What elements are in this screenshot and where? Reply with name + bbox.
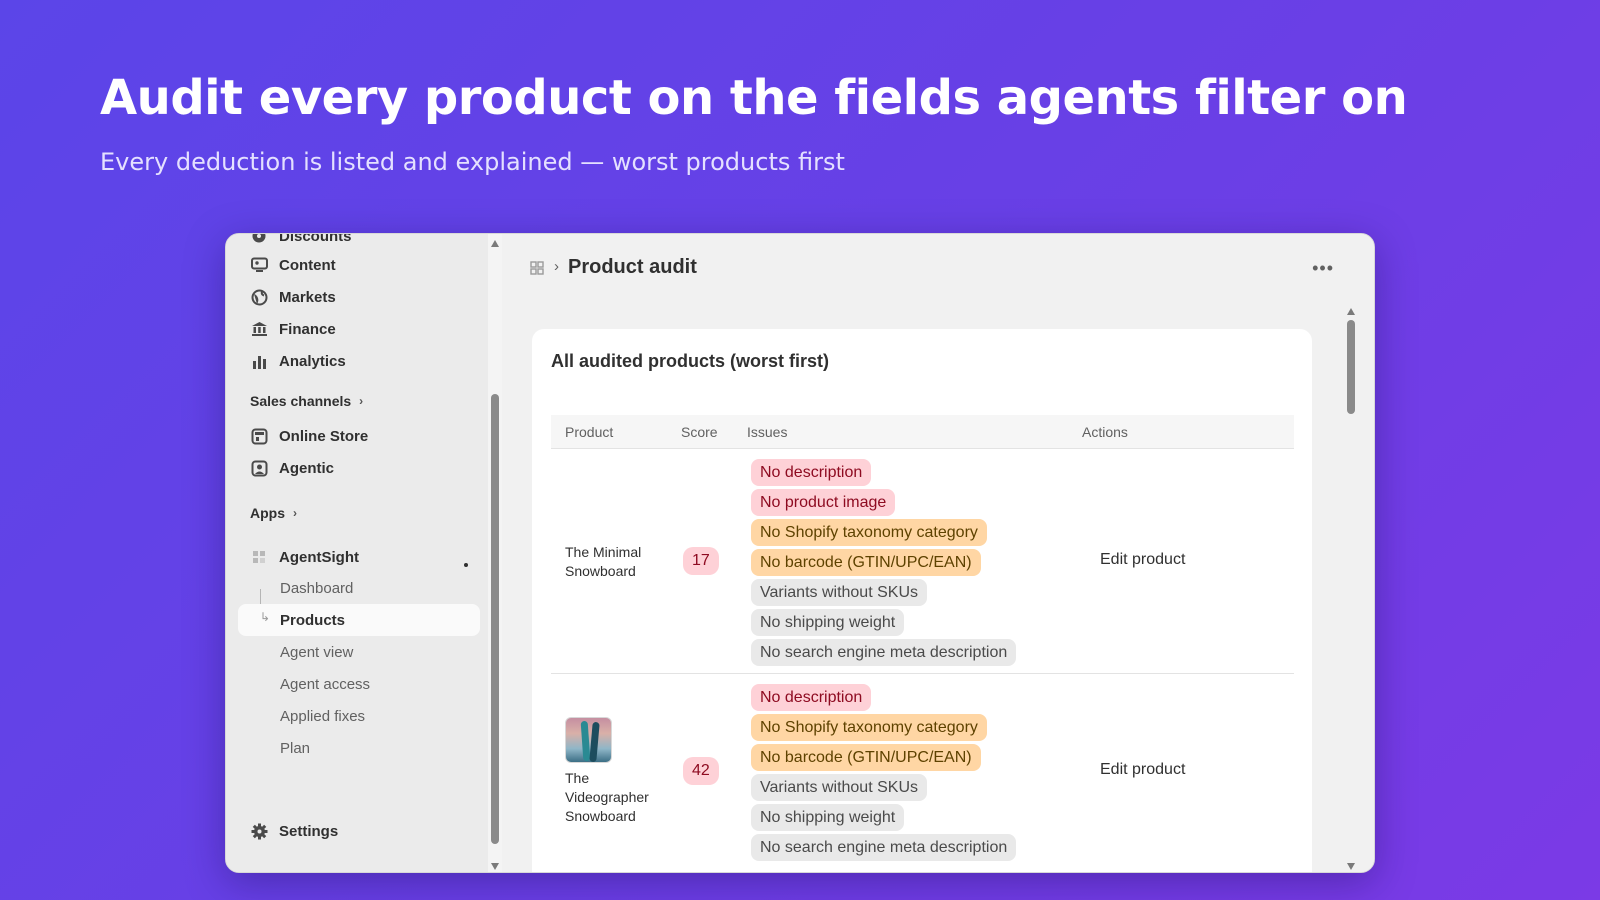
page-header: › Product audit ••• xyxy=(502,234,1374,302)
sidebar-subitem-agent-view[interactable]: Agent view xyxy=(280,644,353,661)
snowboard-graphic xyxy=(589,721,600,762)
product-name[interactable]: The Minimal Snowboard xyxy=(565,543,675,581)
sidebar-item-finance[interactable]: Finance xyxy=(248,317,336,341)
sidebar-section-apps[interactable]: Apps › xyxy=(250,505,297,521)
bar-chart-icon xyxy=(248,352,270,370)
globe-icon xyxy=(248,288,270,306)
hero-subtitle: Every deduction is listed and explained … xyxy=(100,148,845,176)
sidebar: Discounts Content Markets Finance Analyt… xyxy=(226,234,488,872)
issue-badge: No search engine meta description xyxy=(751,834,1017,861)
scrollbar-thumb[interactable] xyxy=(1347,320,1355,414)
issue-badge: No barcode (GTIN/UPC/EAN) xyxy=(751,744,981,771)
main-content: › Product audit ••• All audited products… xyxy=(502,234,1374,872)
sidebar-item-settings[interactable]: Settings xyxy=(248,819,338,843)
sidebar-item-agentic[interactable]: Agentic xyxy=(248,456,334,480)
issue-badge: No description xyxy=(751,684,872,711)
sidebar-item-label: Online Store xyxy=(279,427,369,445)
sidebar-item-online-store[interactable]: Online Store xyxy=(248,424,368,448)
sidebar-item-label: Analytics xyxy=(279,352,346,370)
scroll-down-arrow-icon[interactable] xyxy=(491,863,499,870)
sidebar-item-label: Markets xyxy=(279,288,336,306)
scroll-down-arrow-icon[interactable] xyxy=(1347,863,1355,870)
issue-badge: No shipping weight xyxy=(751,609,905,636)
product-name[interactable]: The Videographer Snowboard xyxy=(565,769,675,826)
score-badge: 17 xyxy=(683,547,719,575)
sidebar-item-label: Discounts xyxy=(279,234,352,245)
sidebar-item-discounts[interactable]: Discounts xyxy=(248,234,352,248)
sidebar-subitem-applied-fixes[interactable]: Applied fixes xyxy=(280,708,365,725)
card-title: All audited products (worst first) xyxy=(551,351,830,371)
agentic-icon xyxy=(248,459,270,477)
issue-badge: No barcode (GTIN/UPC/EAN) xyxy=(751,549,981,576)
sidebar-item-label: Finance xyxy=(279,320,336,338)
sidebar-item-label: Agentic xyxy=(279,459,335,477)
issue-badge: No Shopify taxonomy category xyxy=(751,519,987,546)
issue-badge: Variants without SKUs xyxy=(751,774,927,801)
edit-product-button[interactable]: Edit product xyxy=(1100,761,1185,779)
sidebar-section-sales-channels[interactable]: Sales channels › xyxy=(250,393,363,409)
score-badge: 42 xyxy=(683,757,719,785)
sidebar-item-content[interactable]: Content xyxy=(248,253,336,277)
content-icon xyxy=(248,256,270,274)
issue-badge: No Shopify taxonomy category xyxy=(751,714,987,741)
issue-badge: No description xyxy=(751,459,872,486)
table-header: Product Score Issues Actions xyxy=(551,415,1294,449)
column-header-actions: Actions xyxy=(1082,424,1128,440)
issue-badge: No search engine meta description xyxy=(751,639,1017,666)
tree-arrow-icon: ↳ xyxy=(260,610,271,624)
sidebar-subitem-agent-access[interactable]: Agent access xyxy=(280,676,370,693)
issue-badge: No shipping weight xyxy=(751,804,905,831)
sidebar-subitem-plan[interactable]: Plan xyxy=(280,740,310,757)
sidebar-item-markets[interactable]: Markets xyxy=(248,285,336,309)
more-actions-icon[interactable]: ••• xyxy=(1312,258,1334,279)
chevron-right-icon: › xyxy=(359,394,364,408)
sidebar-item-analytics[interactable]: Analytics xyxy=(248,349,346,373)
sidebar-subitem-dashboard[interactable]: Dashboard xyxy=(280,580,353,597)
issue-badge: Variants without SKUs xyxy=(751,579,927,606)
sidebar-subitem-products[interactable]: Products xyxy=(280,612,345,629)
sidebar-subitem-products-active[interactable] xyxy=(238,604,480,636)
hero-title: Audit every product on the fields agents… xyxy=(100,70,1408,126)
scrollbar-thumb[interactable] xyxy=(491,394,499,844)
sidebar-item-label: Content xyxy=(279,256,336,274)
scroll-up-arrow-icon[interactable] xyxy=(1347,308,1355,315)
sidebar-scrollbar[interactable] xyxy=(488,234,502,872)
column-header-score[interactable]: Score xyxy=(681,424,718,440)
scroll-up-arrow-icon[interactable] xyxy=(491,240,499,247)
app-window: Discounts Content Markets Finance Analyt… xyxy=(225,233,1375,873)
main-scrollbar[interactable] xyxy=(1344,302,1358,872)
sidebar-item-label: AgentSight xyxy=(279,548,359,566)
discount-icon xyxy=(248,234,270,245)
app-icon xyxy=(248,548,270,566)
product-thumbnail[interactable] xyxy=(565,717,612,763)
table-row: The Videographer Snowboard 42 No descrip… xyxy=(551,674,1294,872)
table-row: The Minimal Snowboard 17 No description … xyxy=(551,449,1294,674)
section-label: Sales channels xyxy=(250,393,352,409)
sidebar-item-label: Settings xyxy=(279,822,339,840)
store-icon xyxy=(248,427,270,445)
breadcrumb-chevron-icon: › xyxy=(554,258,559,275)
chevron-right-icon: › xyxy=(293,506,297,520)
edit-product-button[interactable]: Edit product xyxy=(1100,551,1185,569)
issue-badge: No product image xyxy=(751,489,896,516)
app-breadcrumb-icon[interactable] xyxy=(530,261,544,275)
column-header-product[interactable]: Product xyxy=(565,424,613,440)
bank-icon xyxy=(248,320,270,338)
section-label: Apps xyxy=(250,505,285,521)
sidebar-item-agentsight[interactable]: AgentSight xyxy=(248,545,359,569)
gear-icon xyxy=(248,822,270,840)
column-header-issues: Issues xyxy=(747,424,788,440)
pin-dot-icon xyxy=(464,563,468,567)
audit-card: All audited products (worst first) Produ… xyxy=(532,329,1312,872)
sidebar-subitem-label: Products xyxy=(280,612,346,629)
page-title: Product audit xyxy=(568,256,697,278)
